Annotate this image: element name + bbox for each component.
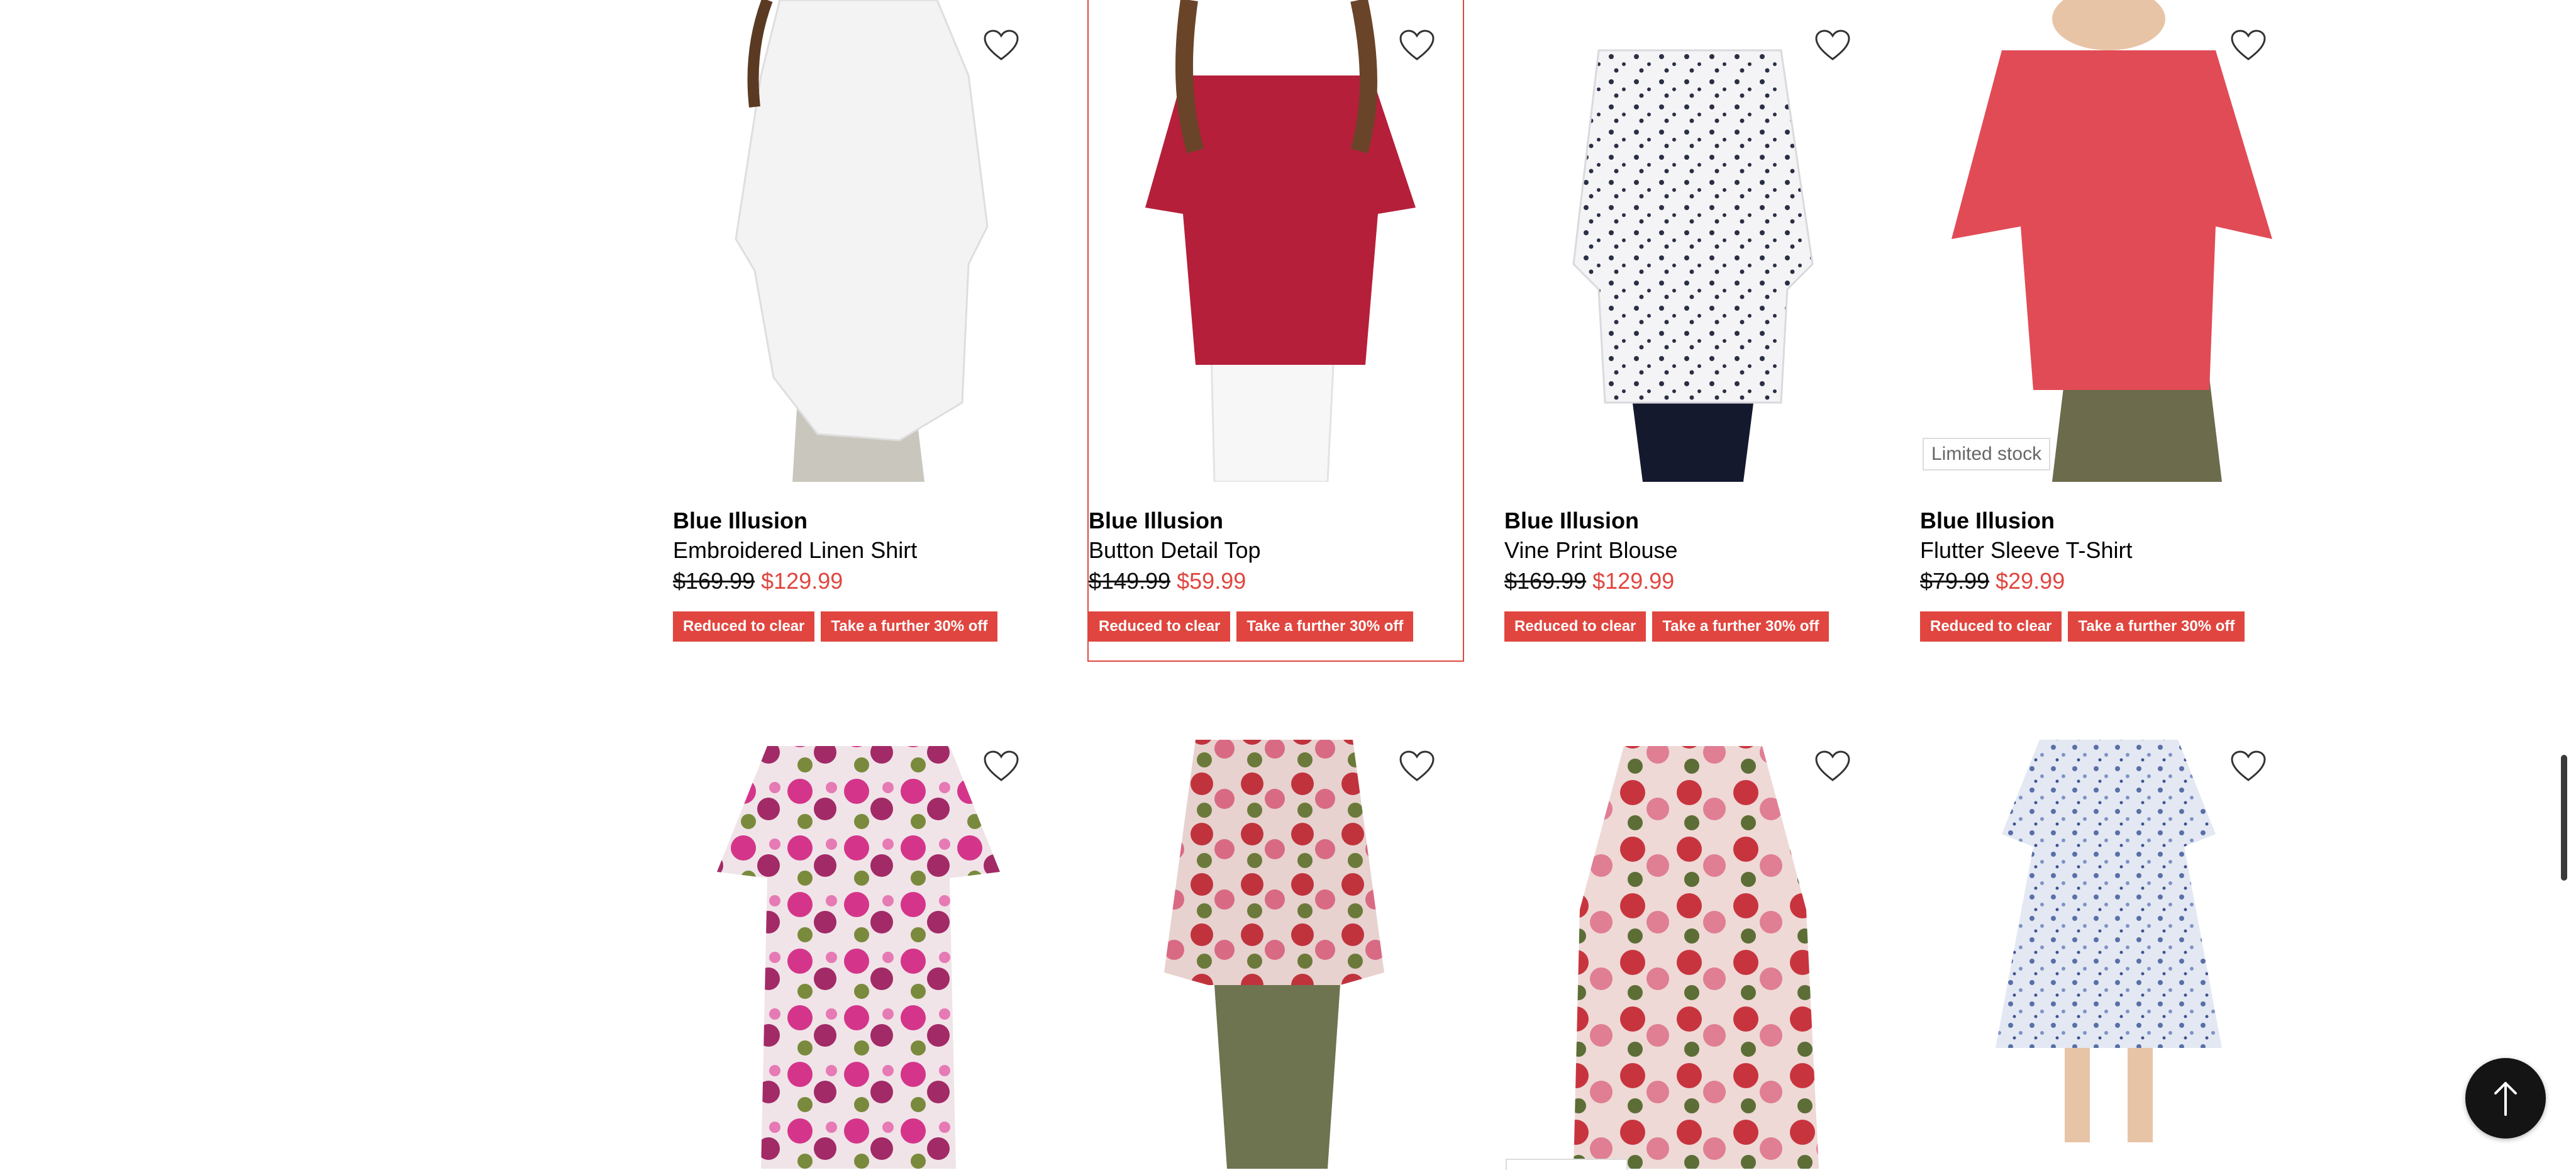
promo-tags: Reduced to clear Take a further 30% off (1089, 611, 1463, 642)
product-card[interactable] (673, 721, 1047, 1169)
product-brand[interactable]: Blue Illusion (1504, 507, 1879, 535)
promo-tag: Take a further 30% off (1236, 611, 1414, 642)
promo-tags: Reduced to clear Take a further 30% off (1504, 611, 1879, 642)
product-name[interactable]: Vine Print Blouse (1504, 536, 1879, 565)
sale-price: $129.99 (761, 568, 843, 594)
product-card[interactable] (1504, 721, 1879, 1170)
product-card[interactable] (1089, 721, 1463, 1169)
promo-tag: Take a further 30% off (1652, 611, 1829, 642)
product-card[interactable] (1920, 721, 2294, 1169)
product-image[interactable] (1504, 0, 1879, 482)
product-info: Blue Illusion Flutter Sleeve T-Shirt $79… (1920, 507, 2294, 642)
wishlist-button[interactable] (2223, 741, 2273, 791)
heart-outline-icon (984, 750, 1019, 781)
product-info: Blue Illusion Embroidered Linen Shirt $1… (673, 507, 1047, 642)
promo-tag: Take a further 30% off (821, 611, 998, 642)
promo-tag: Reduced to clear (1504, 611, 1646, 642)
price-row: $79.99 $29.99 (1920, 566, 2294, 596)
wishlist-button[interactable] (2223, 20, 2273, 70)
product-name[interactable]: Flutter Sleeve T-Shirt (1920, 536, 2294, 565)
product-grid: Blue Illusion Embroidered Linen Shirt $1… (0, 0, 2576, 1170)
promo-tags: Reduced to clear Take a further 30% off (673, 611, 1047, 642)
heart-outline-icon (2231, 750, 2266, 781)
limited-stock-badge: Limited stock (1923, 438, 2051, 471)
wishlist-button[interactable] (1392, 20, 1442, 70)
product-info: Blue Illusion Vine Print Blouse $169.99 $… (1504, 507, 1879, 642)
heart-outline-icon (1399, 30, 1435, 60)
price-row: $149.99 $59.99 (1089, 566, 1463, 596)
promo-tag: Take a further 30% off (2068, 611, 2245, 642)
product-card[interactable]: Blue Illusion Vine Print Blouse $169.99 $… (1504, 0, 1879, 660)
price-row: $169.99 $129.99 (1504, 566, 1879, 596)
wishlist-button[interactable] (1807, 741, 1858, 791)
original-price: $79.99 (1920, 568, 1990, 594)
heart-outline-icon (1399, 750, 1435, 781)
promo-tag: Reduced to clear (1920, 611, 2062, 642)
original-price: $169.99 (1504, 568, 1587, 594)
product-brand[interactable]: Blue Illusion (1920, 507, 2294, 535)
wishlist-button[interactable] (976, 20, 1026, 70)
limited-stock-badge (1506, 1159, 1628, 1170)
wishlist-button[interactable] (1807, 20, 1858, 70)
sale-price: $29.99 (1996, 568, 2065, 594)
product-brand[interactable]: Blue Illusion (673, 507, 1047, 535)
product-image[interactable] (1920, 0, 2294, 482)
product-card[interactable]: Blue Illusion Embroidered Linen Shirt $1… (673, 0, 1047, 660)
scroll-to-top-button[interactable] (2465, 1058, 2546, 1139)
wishlist-button[interactable] (1392, 741, 1442, 791)
sale-price: $59.99 (1177, 568, 1246, 594)
promo-tag: Reduced to clear (1089, 611, 1231, 642)
heart-outline-icon (984, 30, 1019, 60)
price-row: $169.99 $129.99 (673, 566, 1047, 596)
heart-outline-icon (1815, 30, 1850, 60)
product-info: Blue Illusion Button Detail Top $149.99 $… (1089, 507, 1463, 642)
arrow-up-icon (2494, 1082, 2517, 1116)
wishlist-button[interactable] (976, 741, 1026, 791)
sale-price: $129.99 (1592, 568, 1675, 594)
product-card[interactable]: Limited stock Blue Illusion Flutter Slee… (1920, 0, 2294, 660)
heart-outline-icon (2231, 30, 2266, 60)
original-price: $169.99 (673, 568, 755, 594)
original-price: $149.99 (1089, 568, 1171, 594)
product-image[interactable] (673, 0, 1047, 482)
product-name[interactable]: Embroidered Linen Shirt (673, 536, 1047, 565)
page-scrollbar[interactable] (2561, 755, 2567, 881)
heart-outline-icon (1815, 750, 1850, 781)
product-name[interactable]: Button Detail Top (1089, 536, 1463, 565)
product-image[interactable] (1089, 0, 1463, 482)
promo-tag: Reduced to clear (673, 611, 815, 642)
promo-tags: Reduced to clear Take a further 30% off (1920, 611, 2294, 642)
product-card[interactable]: Blue Illusion Button Detail Top $149.99 $… (1087, 0, 1464, 662)
product-brand[interactable]: Blue Illusion (1089, 507, 1463, 535)
